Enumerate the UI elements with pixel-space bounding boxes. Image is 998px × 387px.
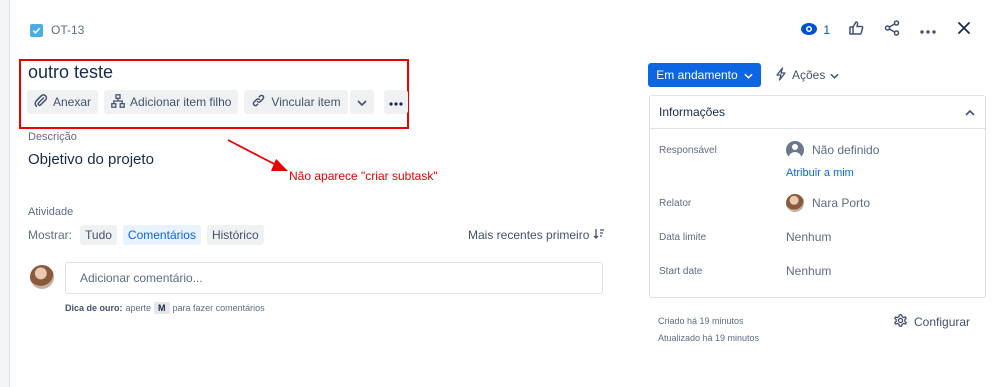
lightning-icon [775, 66, 787, 84]
link-issue-dropdown-button[interactable] [349, 90, 374, 114]
details-header[interactable]: Informações [650, 96, 985, 129]
eye-icon [800, 22, 818, 39]
unassigned-user-icon [786, 141, 804, 159]
show-label: Mostrar: [28, 228, 73, 242]
gear-icon [893, 313, 908, 331]
comment-placeholder: Adicionar comentário... [80, 271, 203, 285]
issue-toolbar: Anexar Adicionar item filho Vincular ite… [27, 90, 408, 114]
chevron-up-icon [965, 105, 975, 119]
attach-button[interactable]: Anexar [27, 90, 99, 114]
sort-label: Mais recentes primeiro [468, 228, 590, 242]
due-date-label: Data limite [659, 232, 707, 243]
assign-to-me-link[interactable]: Atribuir a mim [786, 167, 854, 179]
configure-label: Configurar [914, 315, 971, 329]
link-item-label: Vincular item [271, 95, 341, 109]
start-date-value[interactable]: Nenhum [786, 264, 831, 278]
link-icon [251, 93, 266, 111]
annotation-text: Não aparece "criar subtask" [289, 169, 438, 183]
thumbs-up-icon [848, 20, 864, 41]
sort-order-button[interactable]: Mais recentes primeiro [468, 228, 605, 242]
actions-dropdown-button[interactable]: Ações [775, 63, 839, 87]
pro-tip-press: aperte [125, 303, 152, 313]
paperclip-icon [34, 93, 48, 111]
add-child-issue-button[interactable]: Adicionar item filho [104, 90, 239, 114]
pro-tip-bold: Dica de ouro: [65, 303, 123, 313]
assignee-label: Responsável [659, 145, 717, 156]
attach-label: Anexar [53, 95, 92, 109]
keyboard-key-badge: M [154, 302, 170, 314]
toolbar-more-button[interactable] [383, 90, 408, 114]
left-edge-strip [0, 0, 10, 387]
description-label: Descrição [28, 131, 77, 143]
filter-history[interactable]: Histórico [206, 225, 264, 245]
issue-title[interactable]: outro teste [28, 62, 113, 83]
activity-label: Atividade [28, 206, 74, 218]
close-icon [957, 21, 971, 40]
updated-timestamp: Atualizado há 19 minutos [658, 333, 760, 343]
status-label: Em andamento [656, 68, 738, 82]
details-title: Informações [659, 105, 726, 119]
issue-key[interactable]: OT-13 [51, 23, 84, 37]
chevron-down-icon [830, 68, 839, 82]
share-icon [884, 19, 900, 41]
reporter-label: Relator [659, 198, 692, 209]
created-timestamp: Criado há 19 minutos [658, 316, 744, 326]
ellipsis-icon [388, 95, 403, 109]
description-text[interactable]: Objetivo do projeto [28, 151, 154, 168]
close-button[interactable] [954, 20, 974, 40]
assignee-field[interactable]: Não definido [786, 141, 879, 159]
current-user-avatar [30, 265, 54, 289]
actions-label: Ações [792, 68, 826, 82]
add-child-label: Adicionar item filho [130, 95, 232, 109]
more-actions-button[interactable] [918, 20, 938, 40]
issue-header-actions: 1 [800, 19, 974, 41]
activity-filter-row: Mostrar: Tudo Comentários Histórico [28, 225, 264, 245]
share-button[interactable] [882, 19, 902, 41]
ellipsis-icon [920, 21, 936, 39]
pro-tip: Dica de ouro: aperte M para fazer coment… [65, 302, 265, 314]
details-panel: Informações Responsável Não definido Atr… [649, 95, 986, 298]
comment-input[interactable]: Adicionar comentário... [65, 262, 603, 294]
link-issue-button[interactable]: Vincular item [244, 90, 348, 114]
watch-count: 1 [823, 23, 830, 37]
start-date-label: Start date [659, 266, 703, 277]
hierarchy-icon [111, 93, 125, 111]
chevron-down-icon [356, 95, 367, 109]
annotation-arrow [227, 139, 288, 171]
reporter-value: Nara Porto [812, 196, 871, 210]
filter-all[interactable]: Tudo [80, 225, 117, 245]
due-date-value[interactable]: Nenhum [786, 230, 831, 244]
issue-key-breadcrumb[interactable]: OT-13 [30, 23, 84, 37]
reporter-avatar [786, 194, 804, 212]
configure-button[interactable]: Configurar [893, 313, 970, 331]
reporter-field[interactable]: Nara Porto [786, 194, 870, 212]
filter-comments[interactable]: Comentários [122, 225, 201, 245]
status-dropdown-button[interactable]: Em andamento [648, 63, 761, 87]
assignee-value: Não definido [812, 143, 880, 157]
sort-icon [593, 228, 605, 242]
watch-button[interactable]: 1 [800, 22, 830, 39]
chevron-down-icon [744, 68, 753, 82]
link-issue-split-button: Vincular item [244, 90, 374, 114]
task-type-icon [30, 23, 43, 37]
pro-tip-rest: para fazer comentários [172, 303, 265, 313]
vote-button[interactable] [846, 20, 866, 40]
